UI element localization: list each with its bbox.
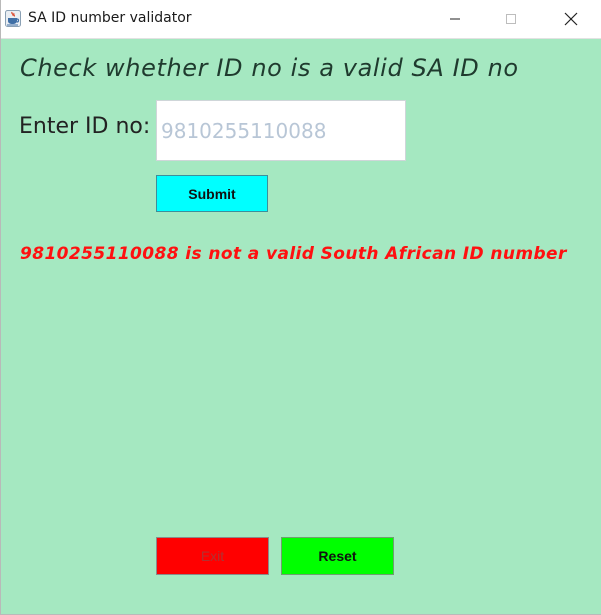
exit-button[interactable]: Exit [156, 537, 269, 575]
id-number-label: Enter ID no: [19, 114, 151, 139]
page-heading: Check whether ID no is a valid SA ID no [20, 54, 519, 82]
maximize-button[interactable] [488, 0, 534, 38]
app-window: SA ID number validator Check whether ID … [0, 0, 601, 615]
minimize-icon [450, 18, 460, 20]
close-icon [564, 12, 578, 26]
maximize-icon [506, 14, 516, 24]
minimize-button[interactable] [432, 0, 478, 38]
java-coffee-cup-icon [5, 10, 21, 27]
window-title: SA ID number validator [28, 10, 192, 26]
reset-button[interactable]: Reset [281, 537, 394, 575]
close-button[interactable] [548, 0, 594, 38]
submit-button[interactable]: Submit [156, 175, 268, 212]
title-bar: SA ID number validator [1, 0, 601, 39]
id-number-input[interactable] [156, 100, 406, 161]
validation-result-message: 9810255110088 is not a valid South Afric… [20, 244, 567, 264]
